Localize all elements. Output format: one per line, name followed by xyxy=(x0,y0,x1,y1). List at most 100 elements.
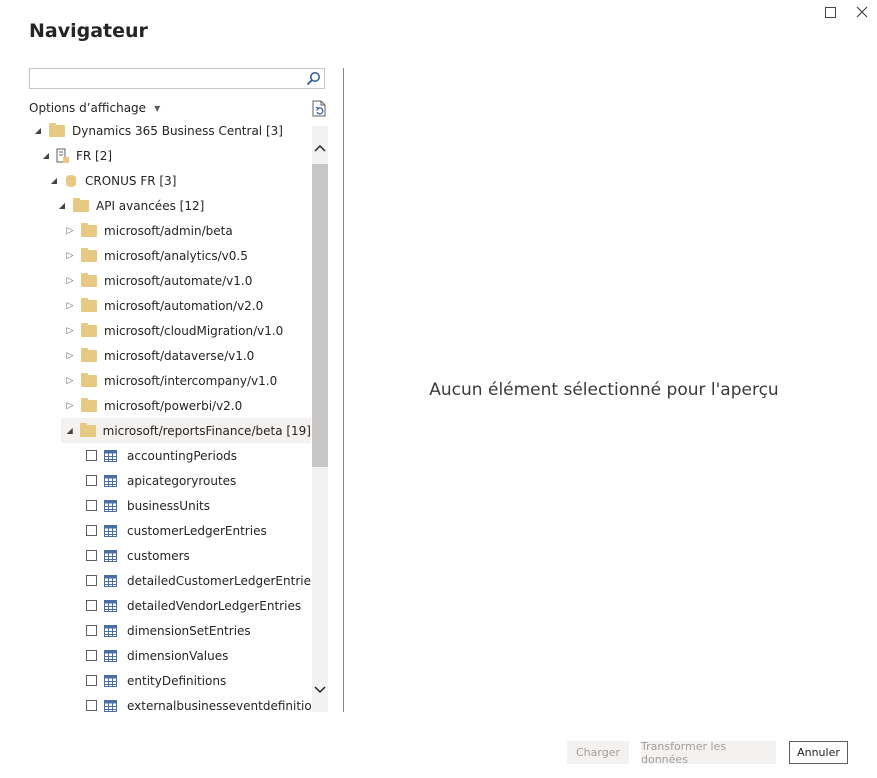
tree-folder[interactable]: ▷ microsoft/intercompany/v1.0 xyxy=(65,368,277,393)
table-checkbox[interactable] xyxy=(86,475,97,486)
expanded-arrow-icon[interactable]: ◢ xyxy=(57,201,67,210)
tree-node-label: microsoft/automate/v1.0 xyxy=(104,273,253,288)
collapsed-arrow-icon[interactable]: ▷ xyxy=(65,401,75,411)
tree-folder[interactable]: ▷ microsoft/automation/v2.0 xyxy=(65,293,263,318)
search-icon[interactable] xyxy=(306,71,321,90)
tree-table[interactable]: apicategoryroutes xyxy=(86,468,236,493)
expanded-arrow-icon[interactable]: ◢ xyxy=(49,176,59,185)
table-checkbox[interactable] xyxy=(86,550,97,561)
collapsed-arrow-icon[interactable]: ▷ xyxy=(65,251,75,261)
folder-icon xyxy=(81,297,97,312)
folder-icon xyxy=(81,272,97,287)
collapsed-arrow-icon[interactable]: ▷ xyxy=(65,301,75,311)
tree-node-label: microsoft/admin/beta xyxy=(104,223,233,238)
tree-table[interactable]: detailedVendorLedgerEntries xyxy=(86,593,301,618)
tree-table[interactable]: customerLedgerEntries xyxy=(86,518,267,543)
tree-table[interactable]: accountingPeriods xyxy=(86,443,237,468)
table-checkbox[interactable] xyxy=(86,625,97,636)
table-checkbox[interactable] xyxy=(86,575,97,586)
tree-folder[interactable]: ▷ microsoft/admin/beta xyxy=(65,218,233,243)
tree-folder[interactable]: ▷ microsoft/dataverse/v1.0 xyxy=(65,343,254,368)
table-icon xyxy=(104,649,117,662)
table-label: detailedVendorLedgerEntries xyxy=(127,598,302,613)
table-icon xyxy=(104,449,117,462)
window-title: Navigateur xyxy=(29,20,148,42)
refresh-button[interactable] xyxy=(311,100,328,122)
expanded-arrow-icon[interactable]: ◢ xyxy=(33,126,43,135)
expanded-arrow-icon[interactable]: ◢ xyxy=(41,151,51,160)
collapsed-arrow-icon[interactable]: ▷ xyxy=(65,226,75,236)
table-icon xyxy=(104,474,117,487)
display-options-dropdown[interactable]: Options d’affichage ▼ xyxy=(29,101,160,115)
table-label: customerLedgerEntries xyxy=(127,523,267,538)
search-box[interactable] xyxy=(29,68,325,90)
tree-table[interactable]: businessUnits xyxy=(86,493,210,518)
table-checkbox[interactable] xyxy=(86,650,97,661)
folder-icon xyxy=(80,422,96,437)
collapsed-arrow-icon[interactable]: ▷ xyxy=(65,276,75,286)
maximize-icon xyxy=(824,6,836,18)
folder-icon xyxy=(73,197,89,212)
navigator-tree[interactable]: ◢ Dynamics 365 Business Central [3] ◢ FR… xyxy=(29,118,311,712)
table-label: entityDefinitions xyxy=(127,673,227,688)
tree-table[interactable]: dimensionValues xyxy=(86,643,228,668)
tree-node-fr[interactable]: ◢ FR [2] xyxy=(41,143,112,168)
table-icon xyxy=(104,549,117,562)
scrollbar-thumb[interactable] xyxy=(312,164,328,467)
expanded-arrow-icon[interactable]: ◢ xyxy=(65,426,74,435)
tree-node-root[interactable]: ◢ Dynamics 365 Business Central [3] xyxy=(33,118,283,143)
maximize-button[interactable] xyxy=(821,3,839,21)
folder-icon xyxy=(81,347,97,362)
folder-icon xyxy=(81,247,97,262)
display-options-label: Options d’affichage xyxy=(29,101,147,115)
table-label: apicategoryroutes xyxy=(127,473,237,488)
tree-table[interactable]: customers xyxy=(86,543,190,568)
folder-icon xyxy=(81,222,97,237)
tree-folder[interactable]: ▷ microsoft/cloudMigration/v1.0 xyxy=(65,318,283,343)
table-checkbox[interactable] xyxy=(86,700,97,711)
tree-table[interactable]: detailedCustomerLedgerEntries xyxy=(86,568,311,593)
tree-node-label: microsoft/automation/v2.0 xyxy=(104,298,264,313)
cancel-button[interactable]: Annuler xyxy=(789,741,848,764)
table-checkbox[interactable] xyxy=(86,600,97,611)
transform-data-button[interactable]: Transformer les données xyxy=(641,740,776,766)
tree-folder-expanded[interactable]: ◢ microsoft/reportsFinance/beta [19] xyxy=(61,418,311,443)
close-button[interactable] xyxy=(853,3,871,21)
table-checkbox[interactable] xyxy=(86,675,97,686)
table-checkbox[interactable] xyxy=(86,450,97,461)
collapsed-arrow-icon[interactable]: ▷ xyxy=(65,326,75,336)
tree-node-label: microsoft/cloudMigration/v1.0 xyxy=(104,323,284,338)
scroll-up-button[interactable] xyxy=(312,140,328,156)
tree-node-cronus[interactable]: ◢ CRONUS FR [3] xyxy=(49,168,176,193)
collapsed-arrow-icon[interactable]: ▷ xyxy=(65,351,75,361)
preview-empty-message: Aucun élément sélectionné pour l'aperçu xyxy=(429,380,779,400)
tree-table[interactable]: dimensionSetEntries xyxy=(86,618,251,643)
chevron-up-icon xyxy=(314,144,326,152)
tree-node-api[interactable]: ◢ API avancées [12] xyxy=(57,193,204,218)
table-label: dimensionSetEntries xyxy=(127,623,251,638)
table-label: detailedCustomerLedgerEntries xyxy=(127,573,311,588)
table-checkbox[interactable] xyxy=(86,525,97,536)
table-icon xyxy=(104,524,117,537)
search-input[interactable] xyxy=(30,70,308,90)
tree-folder[interactable]: ▷ microsoft/powerbi/v2.0 xyxy=(65,393,242,418)
folder-icon xyxy=(81,397,97,412)
refresh-icon xyxy=(312,100,326,117)
collapsed-arrow-icon[interactable]: ▷ xyxy=(65,376,75,386)
scroll-down-button[interactable] xyxy=(312,682,328,698)
tree-node-label: CRONUS FR [3] xyxy=(85,173,177,188)
table-icon xyxy=(104,674,117,687)
table-icon xyxy=(104,699,117,712)
tree-folder[interactable]: ▷ microsoft/analytics/v0.5 xyxy=(65,243,248,268)
server-icon xyxy=(56,148,69,163)
table-label: businessUnits xyxy=(127,498,210,513)
load-button[interactable]: Charger xyxy=(567,741,629,764)
tree-table[interactable]: externalbusinesseventdefinitions xyxy=(86,693,311,712)
tree-node-label: FR [2] xyxy=(76,148,113,163)
table-checkbox[interactable] xyxy=(86,500,97,511)
close-icon xyxy=(856,6,868,18)
tree-folder[interactable]: ▷ microsoft/automate/v1.0 xyxy=(65,268,252,293)
folder-icon xyxy=(49,122,65,137)
tree-table[interactable]: entityDefinitions xyxy=(86,668,226,693)
tree-node-label: microsoft/analytics/v0.5 xyxy=(104,248,248,263)
